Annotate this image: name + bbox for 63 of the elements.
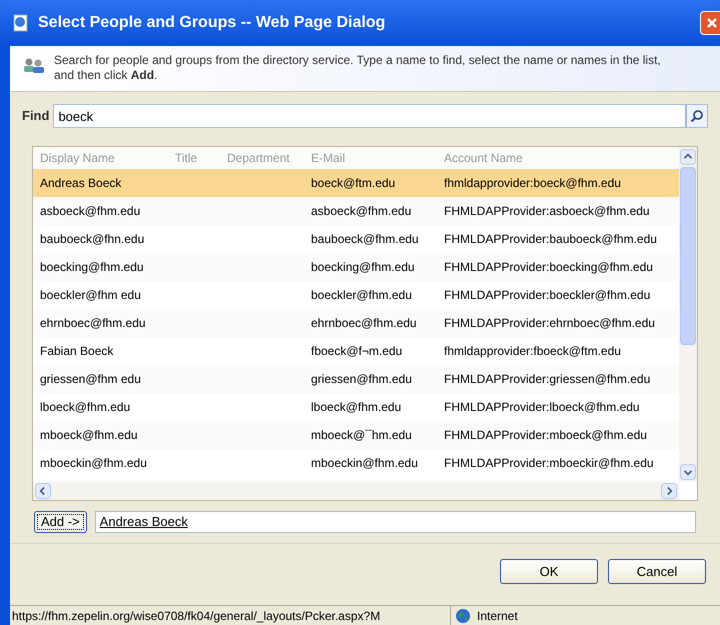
table-cell: ehrnboec@fhm.edu — [40, 316, 146, 330]
result-row[interactable]: griessen@fhm edu griessen@fhm.edu FHMLDAPProvider:griessen@fhm.edu — [33, 365, 679, 393]
table-cell: griessen@fhm.edu — [311, 372, 412, 386]
table-cell: FHMLDAPProvider:ehrnboec@fhm.edu — [444, 316, 655, 330]
close-button[interactable] — [700, 11, 720, 35]
table-cell: bauboeck@fhm.edu — [311, 232, 419, 246]
vertical-scrollbar[interactable] — [679, 147, 697, 482]
dialog-button[interactable]: OK — [500, 559, 598, 584]
dialog-button[interactable]: Cancel — [608, 559, 706, 584]
find-label: Find — [22, 107, 50, 126]
status-zone: Internet — [477, 608, 518, 624]
table-cell: FHMLDAPProvider:griessen@fhm.edu — [444, 372, 650, 386]
table-cell: FHMLDAPProvider:mboeck@fhm.edu — [444, 428, 647, 442]
table-cell: mboeckin@fhm.edu — [311, 456, 418, 470]
table-cell: fboeck@f¬m.edu — [311, 344, 402, 358]
table-cell: asboeck@fhm.edu — [40, 204, 140, 218]
result-row[interactable]: mboeck@fhm.edu mboeck@¯hm.edu FHMLDAPProvider:mboeck@fhm.edu — [33, 421, 679, 449]
selected-names-field[interactable]: Andreas Boeck — [94, 511, 696, 533]
status-url: https://fhm.zepelin.org/wise0708/fk04/general/_layouts/Pcker.aspx?M — [11, 608, 382, 625]
table-cell: mboeck@¯hm.edu — [311, 428, 412, 442]
horizontal-scrollbar[interactable] — [33, 482, 679, 500]
people-icon — [22, 57, 46, 75]
table-cell: FHMLDAPProvider:bauboeck@fhm.edu — [444, 232, 657, 246]
table-cell: griessen@fhm edu — [40, 372, 141, 386]
table-cell: FHMLDAPProvider:mboeckir@fhm.edu — [444, 456, 654, 470]
table-cell: fhmldapprovider:boeck@fhm.edu — [444, 176, 621, 190]
add-button[interactable]: Add -> — [34, 511, 87, 533]
page-icon — [12, 14, 30, 32]
table-cell: boecking@fhm.edu — [311, 260, 415, 274]
table-cell: FHMLDAPProvider:asboeck@fhm.edu — [444, 204, 650, 218]
table-cell: fhmldapprovider:fboeck@ftm.edu — [444, 344, 621, 358]
scroll-thumb[interactable] — [680, 167, 696, 345]
close-icon — [706, 17, 718, 29]
table-cell: lboeck@fhm.edu — [311, 400, 402, 414]
table-cell: boeckler@fhm.edu — [311, 288, 412, 302]
table-cell: ehrnboec@fhm.edu — [311, 316, 417, 330]
table-cell: asboeck@fhm.edu — [311, 204, 412, 218]
result-row[interactable]: ehrnboec@fhm.edu ehrnboec@fhm.edu FHMLDAPProvider:ehrnboec@fhm.edu — [33, 309, 679, 337]
scroll-up-icon[interactable] — [680, 149, 696, 165]
table-cell: FHMLDAPProvider:boecking@fhm.edu — [444, 260, 653, 274]
instructions-text: Search for people and groups from the directory service. Type a name to find, select the name or names in the list, and then click Add. — [54, 53, 662, 83]
table-cell: boeck@ftm.edu — [311, 176, 396, 190]
search-icon — [690, 109, 704, 123]
table-cell: boeckler@fhm edu — [40, 288, 141, 302]
table-cell: FHMLDAPProvider:lboeck@fhm.edu — [444, 400, 640, 414]
result-row[interactable]: Andreas Boeck boeck@ftm.edu fhmldapprovider:boeck@fhm.edu — [33, 169, 679, 197]
table-cell: FHMLDAPProvider:boeckler@fhm.edu — [444, 288, 650, 302]
scroll-right-icon[interactable] — [661, 483, 677, 499]
scroll-left-icon[interactable] — [35, 483, 51, 499]
window-title: Select People and Groups -- Web Page Dialog — [38, 13, 386, 33]
table-cell: lboeck@fhm.edu — [40, 400, 130, 414]
table-cell: mboeckin@fhm.edu — [40, 456, 147, 470]
table-cell: Andreas Boeck — [40, 176, 122, 190]
table-cell: Fabian Boeck — [40, 344, 114, 358]
table-cell: bauboeck@fhn.edu — [40, 232, 144, 246]
result-row[interactable]: boecking@fhm.edu boecking@fhm.edu FHMLDAPProvider:boecking@fhm.edu — [33, 253, 679, 281]
table-cell: mboeck@fhm.edu — [40, 428, 138, 442]
search-button[interactable] — [686, 104, 708, 128]
find-field[interactable]: boeck — [53, 104, 686, 128]
table-cell: boecking@fhm.edu — [40, 260, 144, 274]
globe-icon — [455, 608, 471, 624]
result-row[interactable]: asboeck@fhm.edu asboeck@fhm.edu FHMLDAPProvider:asboeck@fhm.edu — [33, 197, 679, 225]
scroll-down-icon[interactable] — [680, 464, 696, 480]
